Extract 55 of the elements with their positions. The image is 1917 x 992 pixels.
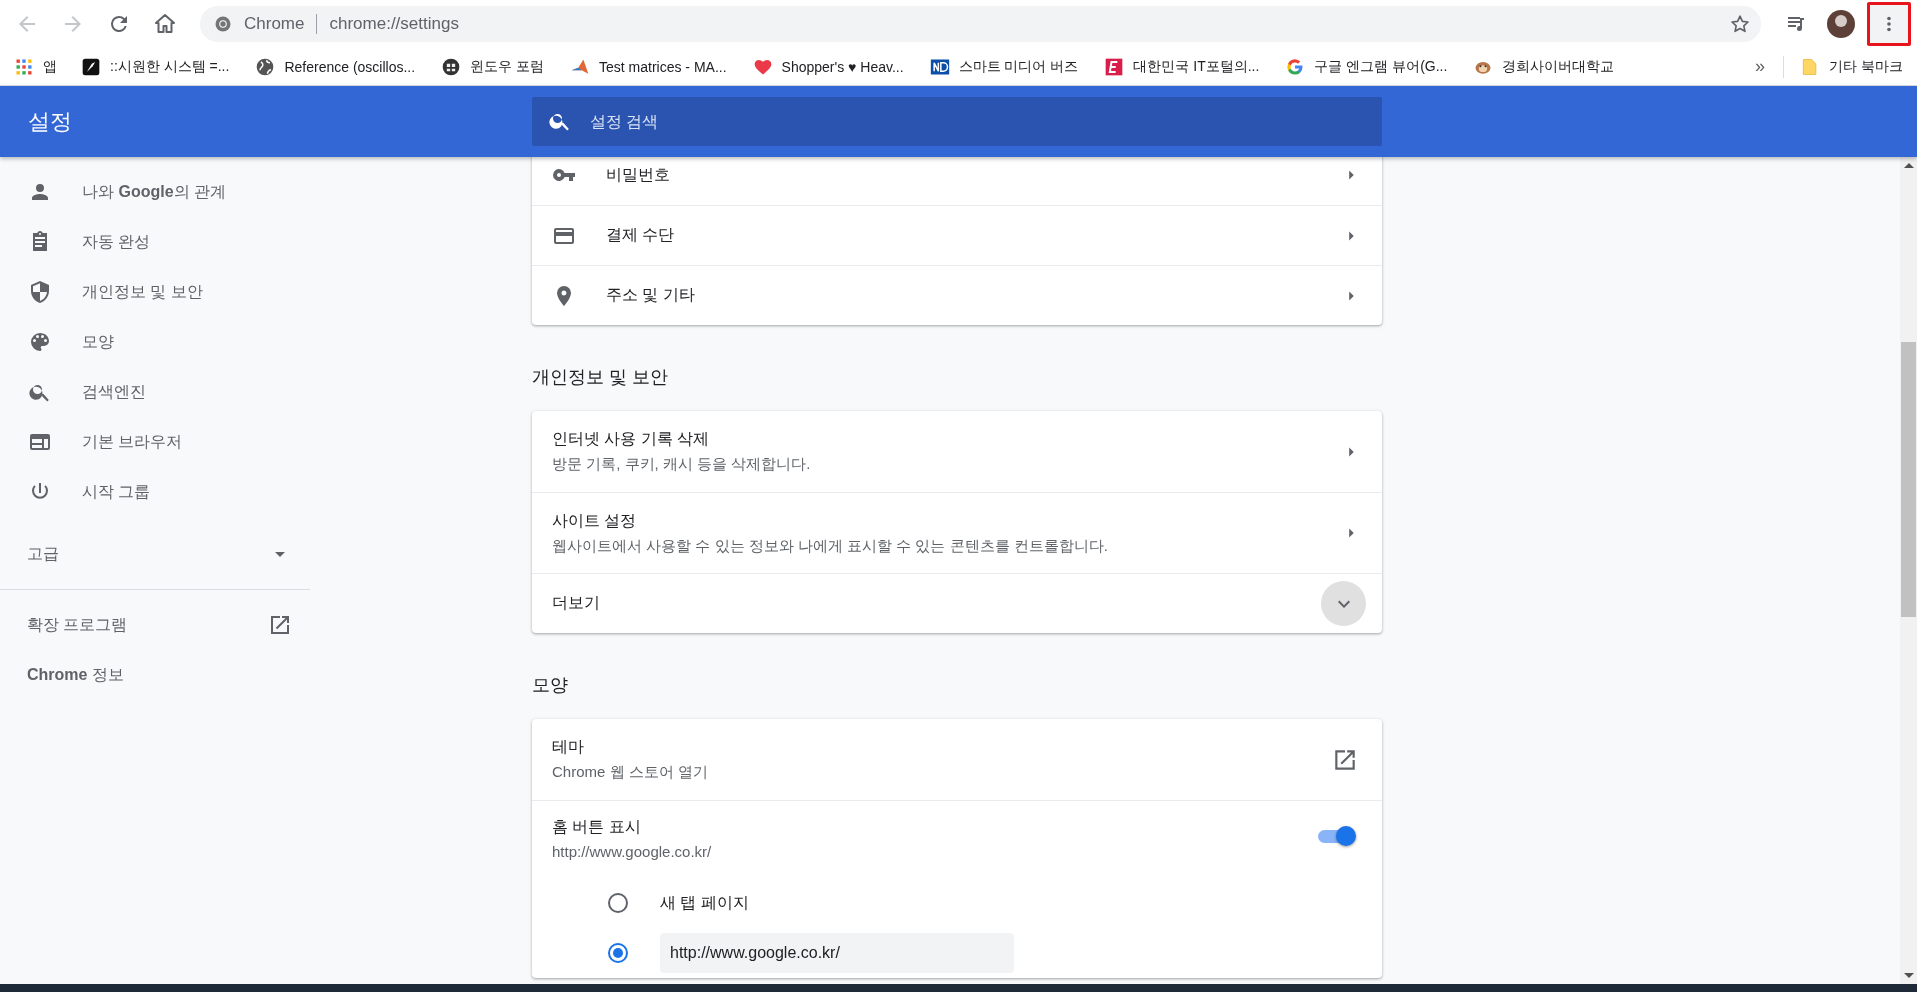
bookmark-item[interactable]: ::시원한 시스템 =... [75, 51, 236, 82]
settings-row[interactable]: 주소 및 기타 [532, 265, 1382, 325]
shield-icon[interactable] [28, 280, 52, 304]
bookmark-item[interactable]: Reference (oscillos... [249, 51, 422, 82]
sidebar-item[interactable]: 시작 그룹 [0, 467, 310, 517]
sidebar-item[interactable]: 모양 [0, 317, 310, 367]
settings-row: 홈 버튼 표시 http://www.google.co.kr/ [532, 800, 1382, 878]
menu-button[interactable] [1867, 2, 1911, 46]
bookmark-item[interactable]: 경희사이버대학교 [1467, 51, 1621, 82]
radio-button[interactable] [608, 943, 628, 963]
advanced-section-toggle[interactable]: 고급 [0, 529, 310, 579]
square-logo-icon[interactable] [81, 56, 101, 77]
bookmark-item[interactable]: 앱 [14, 51, 63, 82]
chrome-page-icon [214, 15, 232, 33]
url-text: chrome://settings [329, 14, 459, 34]
section-heading: 모양 [532, 674, 569, 697]
bookmark-item[interactable]: 스마트 미디어 버즈 [923, 51, 1085, 82]
other-bookmarks-folder[interactable]: 기타 북마크 [1794, 51, 1909, 82]
radio-button[interactable] [608, 893, 628, 913]
letter-e-logo-icon[interactable] [1104, 56, 1125, 77]
bookmark-item[interactable]: Shopper's ♥ Heav... [746, 51, 910, 82]
settings-row[interactable]: 결제 수단 [532, 205, 1382, 265]
bookmark-item[interactable]: Test matrices - MA... [564, 51, 733, 82]
sidebar-item[interactable]: 나와 Google의 관계 [0, 167, 310, 217]
search-field[interactable]: 설정 검색 [532, 97, 1382, 146]
bookmark-item[interactable]: 윈도우 포럼 [435, 51, 550, 82]
sidebar-link[interactable]: Chrome 정보 [27, 650, 124, 700]
radio-label: 새 탭 페이지 [660, 892, 749, 913]
globe-icon[interactable] [255, 56, 276, 77]
bookmark-item[interactable]: 대한민국 IT포털의... [1098, 51, 1266, 82]
sidebar-item[interactable]: 개인정보 및 보안 [0, 267, 310, 317]
settings-row[interactable]: 비밀번호 [532, 157, 1382, 205]
settings-row[interactable]: 사이트 설정 웹사이트에서 사용할 수 있는 정보와 나에게 표시할 수 있는 콘텐츠를 컨트롤합니다. [532, 492, 1382, 573]
sidebar-item[interactable]: 기본 브라우저 [0, 417, 310, 467]
address-bar[interactable]: Chrome chrome://settings [200, 6, 1761, 42]
toggle-switch[interactable] [1316, 825, 1356, 847]
settings-row[interactable]: 인터넷 사용 기록 삭제 방문 기록, 쿠키, 캐시 등을 삭제합니다. [532, 411, 1382, 492]
profile-avatar[interactable] [1827, 10, 1855, 38]
settings-row[interactable]: 더보기 [532, 573, 1382, 633]
bookmarks-overflow-button[interactable]: » [1747, 56, 1774, 77]
sidebar-item[interactable]: 검색엔진 [0, 367, 310, 417]
dark-circle-icon[interactable] [441, 56, 462, 77]
bookmark-item[interactable]: 구글 엔그램 뷰어(G... [1279, 51, 1454, 82]
section-heading: 개인정보 및 보안 [532, 366, 669, 389]
sidebar-link[interactable]: 확장 프로그램 [0, 600, 310, 650]
scrollbar[interactable] [1900, 157, 1917, 984]
bookmark-star-icon[interactable] [1729, 13, 1751, 35]
home-icon[interactable] [153, 12, 177, 36]
sidebar-item[interactable]: 자동 완성 [0, 217, 310, 267]
settings-row[interactable]: 테마 Chrome 웹 스토어 열기 [532, 719, 1382, 800]
page-title: 설정 [27, 107, 73, 136]
external-link-icon[interactable] [268, 613, 292, 637]
palette-icon[interactable] [28, 330, 52, 354]
site-label: Chrome [244, 14, 305, 34]
url-input-field[interactable]: http://www.google.co.kr/ [660, 933, 1014, 973]
